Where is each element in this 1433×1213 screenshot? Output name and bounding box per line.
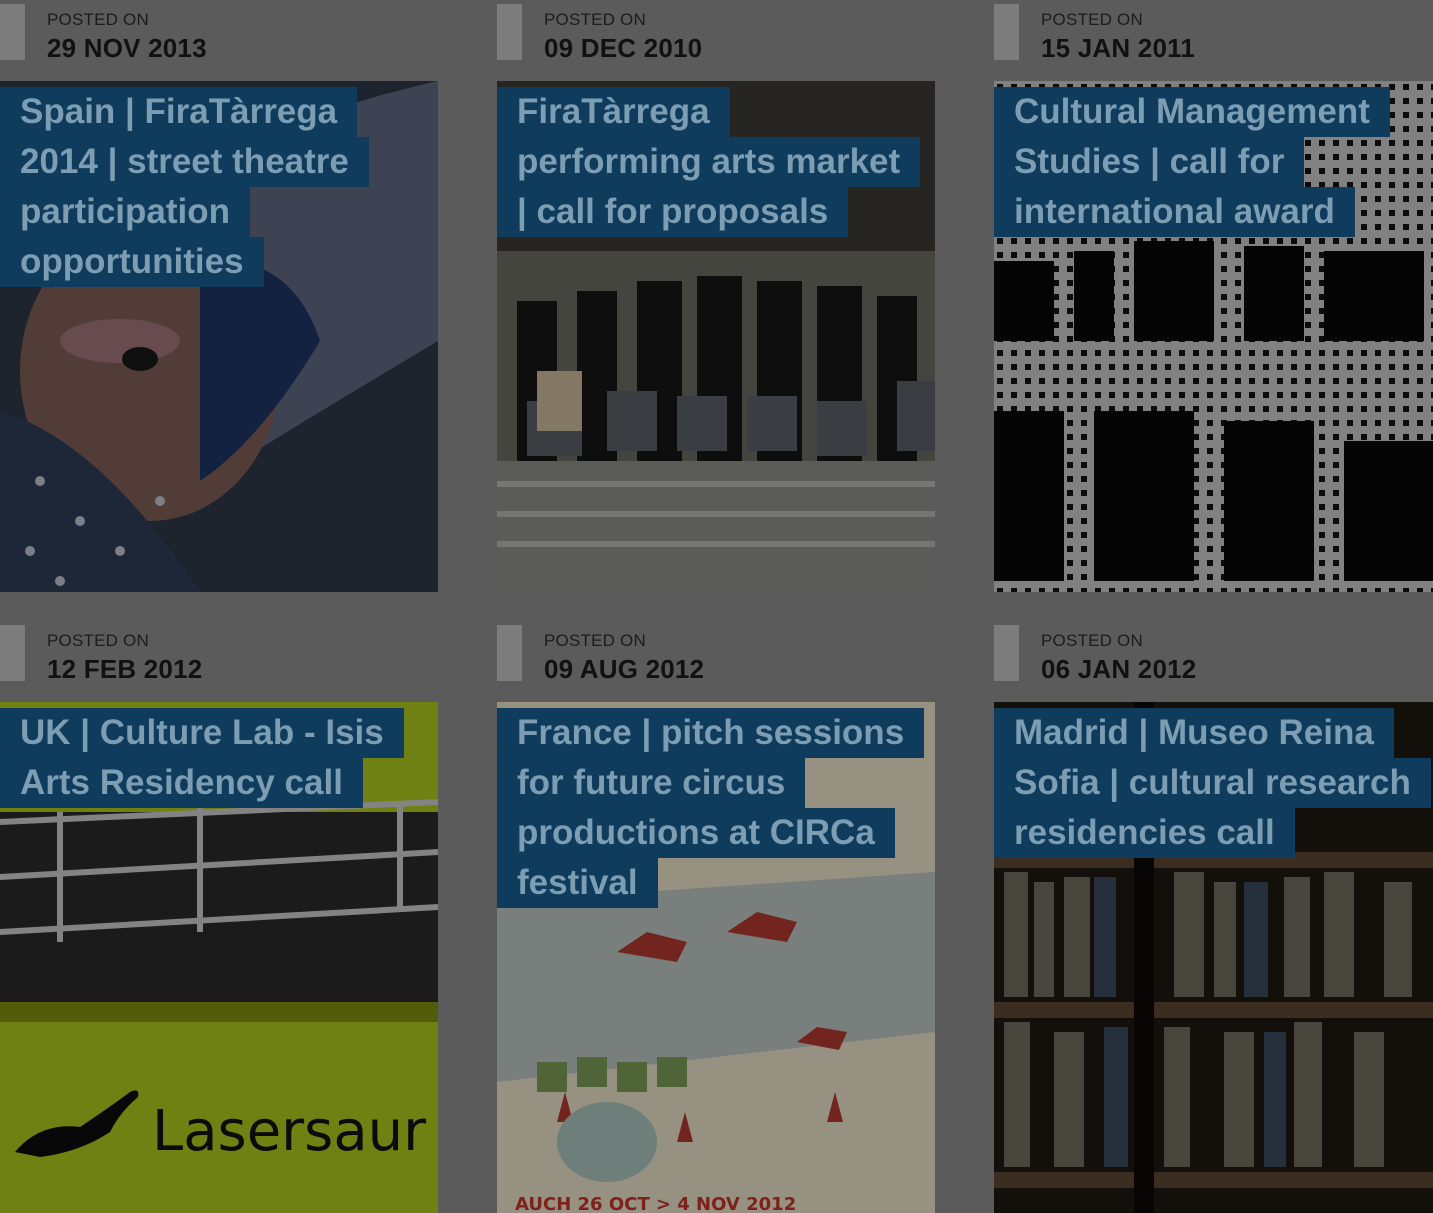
post-meta: POSTED ON 15 JAN 2011 [994,0,1432,81]
meta-bar [994,4,1019,60]
posted-on-label: POSTED ON [47,10,149,29]
post-title-line[interactable]: Sofia | cultural research [994,758,1431,808]
post-meta: POSTED ON 09 DEC 2010 [497,0,935,81]
post-title-line[interactable]: Cultural Management [994,87,1390,137]
post-title[interactable]: Madrid | Museo Reina Sofia | cultural re… [994,708,1431,858]
post-title[interactable]: UK | Culture Lab - Isis Arts Residency c… [0,708,420,808]
meta-bar [497,625,522,681]
post-title-line[interactable]: opportunities [0,237,264,287]
post-date: 29 NOV 2013 [47,33,207,63]
post-thumbnail[interactable]: Madrid | Museo Reina Sofia | cultural re… [994,702,1433,1213]
post-title-line[interactable]: Studies | call for [994,137,1305,187]
post-title[interactable]: France | pitch sessions for future circu… [497,708,925,908]
post-title[interactable]: FiraTàrrega performing arts market | cal… [497,87,921,237]
post-thumbnail[interactable]: Spain | FiraTàrrega 2014 | street theatr… [0,81,438,592]
post-date: 12 FEB 2012 [47,654,203,684]
post-title-line[interactable]: residencies call [994,808,1295,858]
post-title-line[interactable]: participation [0,187,251,237]
post-date: 09 DEC 2010 [544,33,703,63]
post-title-line[interactable]: Spain | FiraTàrrega [0,87,358,137]
posted-on-label: POSTED ON [1041,631,1143,650]
post-meta: POSTED ON 12 FEB 2012 [0,621,438,702]
posted-on-label: POSTED ON [1041,10,1143,29]
post-title-line[interactable]: performing arts market [497,137,921,187]
post-date: 09 AUG 2012 [544,654,705,684]
posted-on-label: POSTED ON [544,10,646,29]
posted-on-label: POSTED ON [544,631,646,650]
meta-bar [0,4,25,60]
post-title[interactable]: Cultural Management Studies | call for i… [994,87,1414,237]
posted-on-label: POSTED ON [47,631,149,650]
post-meta: POSTED ON 29 NOV 2013 [0,0,438,81]
post-meta: POSTED ON 09 AUG 2012 [497,621,935,702]
post-card[interactable]: POSTED ON 15 JAN 2011 Cultural Managemen… [994,0,1433,592]
post-thumbnail[interactable]: FiraTàrrega performing arts market | cal… [497,81,935,592]
post-thumbnail[interactable]: Lasersaur UK | Culture Lab - Isis Arts R… [0,702,438,1213]
post-card[interactable]: POSTED ON 09 AUG 2012 AUCH 26 OCT > 4 NO… [497,621,935,1213]
post-title-line[interactable]: 2014 | street theatre [0,137,369,187]
post-title-line[interactable]: FiraTàrrega [497,87,730,137]
post-meta: POSTED ON 06 JAN 2012 [994,621,1432,702]
post-title-line[interactable]: | call for proposals [497,187,849,237]
meta-bar [0,625,25,681]
post-title[interactable]: Spain | FiraTàrrega 2014 | street theatr… [0,87,420,287]
post-thumbnail[interactable]: Cultural Management Studies | call for i… [994,81,1433,592]
post-card[interactable]: POSTED ON 29 NOV 2013 Spain | FiraTàrreg… [0,0,438,592]
post-title-line[interactable]: international award [994,187,1355,237]
post-date: 15 JAN 2011 [1041,33,1195,63]
meta-bar [994,625,1019,681]
post-title-line[interactable]: for future circus [497,758,806,808]
post-title-line[interactable]: UK | Culture Lab - Isis [0,708,404,758]
meta-bar [497,4,522,60]
post-card[interactable]: POSTED ON 09 DEC 2010 FiraTàrrega perfor… [497,0,935,592]
post-thumbnail[interactable]: AUCH 26 OCT > 4 NOV 2012 France | pitch … [497,702,935,1213]
post-date: 06 JAN 2012 [1041,654,1197,684]
post-title-line[interactable]: festival [497,858,658,908]
post-card[interactable]: POSTED ON 06 JAN 2012 Madrid | Museo Rei… [994,621,1433,1213]
post-title-line[interactable]: France | pitch sessions [497,708,925,758]
post-title-line[interactable]: Madrid | Museo Reina [994,708,1394,758]
post-card[interactable]: POSTED ON 12 FEB 2012 Lasersaur UK | Cul… [0,621,438,1213]
post-title-line[interactable]: productions at CIRCa [497,808,895,858]
post-title-line[interactable]: Arts Residency call [0,758,363,808]
